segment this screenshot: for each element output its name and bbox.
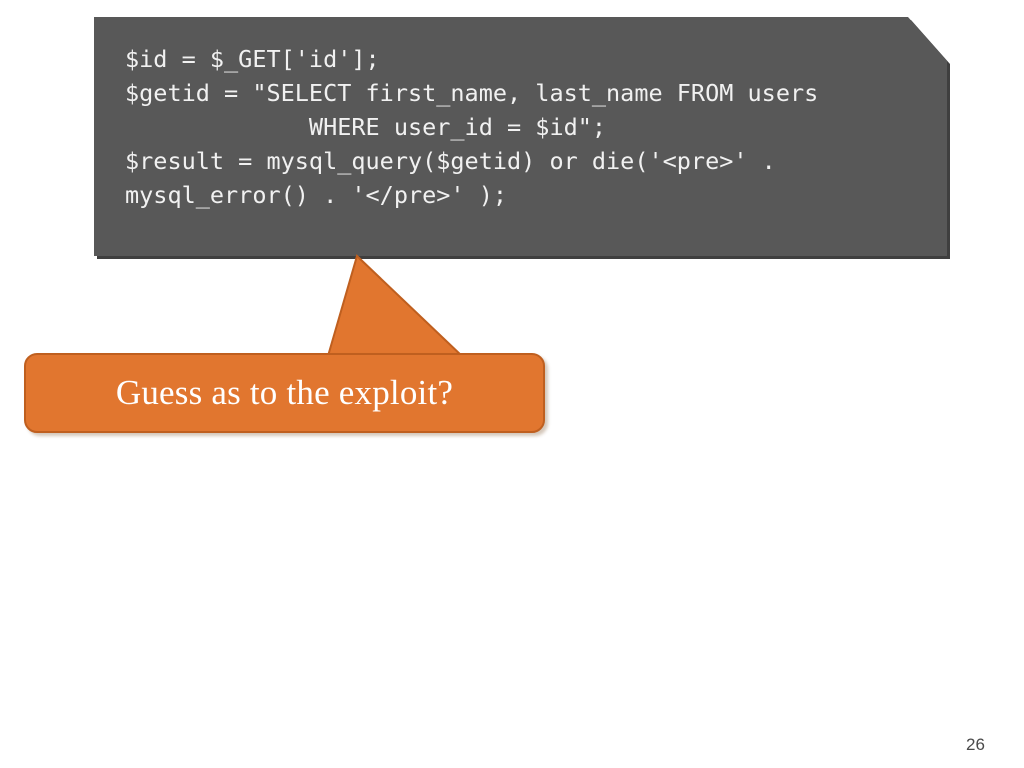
code-snippet-text: $id = $_GET['id']; $getid = "SELECT firs…: [125, 45, 819, 209]
callout-label: Guess as to the exploit?: [115, 373, 454, 412]
page-number: 26: [966, 735, 985, 754]
slide-canvas: $id = $_GET['id']; $getid = "SELECT firs…: [0, 0, 1024, 768]
callout-tail-icon: [326, 254, 465, 357]
callout-bubble[interactable]: Guess as to the exploit?: [24, 353, 545, 433]
